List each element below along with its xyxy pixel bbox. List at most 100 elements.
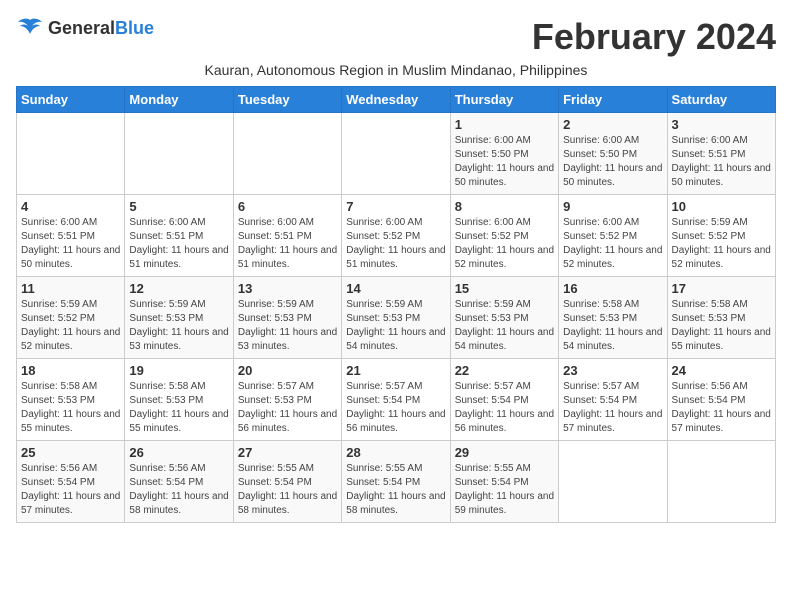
day-number: 2: [563, 117, 662, 132]
calendar-cell: [342, 113, 450, 195]
calendar-cell: 12Sunrise: 5:59 AMSunset: 5:53 PMDayligh…: [125, 277, 233, 359]
day-info: Sunrise: 5:58 AMSunset: 5:53 PMDaylight:…: [563, 298, 662, 354]
day-info: Sunrise: 5:59 AMSunset: 5:53 PMDaylight:…: [346, 298, 445, 354]
day-number: 10: [672, 199, 771, 214]
day-number: 5: [129, 199, 228, 214]
day-number: 3: [672, 117, 771, 132]
calendar-cell: 18 Sunrise: 5:58 AMSunset: 5:53 PMDayligh…: [17, 359, 125, 441]
calendar-cell: 21 Sunrise: 5:57 AMSunset: 5:54 PMDayligh…: [342, 359, 450, 441]
calendar-cell: 14 Sunrise: 5:59 AMSunset: 5:53 PMDayligh…: [342, 277, 450, 359]
calendar-cell: 27Sunrise: 5:55 AMSunset: 5:54 PMDayligh…: [233, 441, 341, 523]
day-number: 9: [563, 199, 662, 214]
week-row-0: 1 Sunrise: 6:00 AMSunset: 5:50 PMDaylight…: [17, 113, 776, 195]
week-row-4: 25 Sunrise: 5:56 AMSunset: 5:54 PMDayligh…: [17, 441, 776, 523]
calendar-cell: 13 Sunrise: 5:59 AMSunset: 5:53 PMDayligh…: [233, 277, 341, 359]
calendar-cell: 20 Sunrise: 5:57 AMSunset: 5:53 PMDayligh…: [233, 359, 341, 441]
subtitle: Kauran, Autonomous Region in Muslim Mind…: [16, 62, 776, 78]
week-row-3: 18 Sunrise: 5:58 AMSunset: 5:53 PMDayligh…: [17, 359, 776, 441]
day-info: Sunrise: 6:00 AMSunset: 5:51 PMDaylight:…: [672, 134, 771, 190]
day-info: Sunrise: 5:55 AMSunset: 5:54 PMDaylight:…: [346, 462, 445, 518]
day-info: Sunrise: 6:00 AMSunset: 5:50 PMDaylight:…: [563, 134, 662, 190]
day-info: Sunrise: 5:56 AMSunset: 5:54 PMDaylight:…: [672, 380, 771, 436]
day-number: 18: [21, 363, 120, 378]
calendar-cell: [233, 113, 341, 195]
calendar-cell: 28 Sunrise: 5:55 AMSunset: 5:54 PMDayligh…: [342, 441, 450, 523]
calendar-cell: 29Sunrise: 5:55 AMSunset: 5:54 PMDayligh…: [450, 441, 558, 523]
day-number: 15: [455, 281, 554, 296]
day-info: Sunrise: 5:55 AMSunset: 5:54 PMDaylight:…: [238, 462, 337, 518]
calendar-cell: [559, 441, 667, 523]
day-number: 21: [346, 363, 445, 378]
week-row-2: 11Sunrise: 5:59 AMSunset: 5:52 PMDayligh…: [17, 277, 776, 359]
calendar-cell: 3 Sunrise: 6:00 AMSunset: 5:51 PMDaylight…: [667, 113, 775, 195]
day-info: Sunrise: 5:57 AMSunset: 5:54 PMDaylight:…: [563, 380, 662, 436]
day-info: Sunrise: 5:56 AMSunset: 5:54 PMDaylight:…: [129, 462, 228, 518]
header-day-monday: Monday: [125, 87, 233, 113]
calendar-cell: 2 Sunrise: 6:00 AMSunset: 5:50 PMDaylight…: [559, 113, 667, 195]
day-info: Sunrise: 5:58 AMSunset: 5:53 PMDaylight:…: [129, 380, 228, 436]
calendar-cell: 23 Sunrise: 5:57 AMSunset: 5:54 PMDayligh…: [559, 359, 667, 441]
calendar-cell: 24 Sunrise: 5:56 AMSunset: 5:54 PMDayligh…: [667, 359, 775, 441]
day-number: 14: [346, 281, 445, 296]
day-number: 24: [672, 363, 771, 378]
day-number: 8: [455, 199, 554, 214]
day-info: Sunrise: 5:58 AMSunset: 5:53 PMDaylight:…: [672, 298, 771, 354]
header-day-wednesday: Wednesday: [342, 87, 450, 113]
calendar-header: SundayMondayTuesdayWednesdayThursdayFrid…: [17, 87, 776, 113]
day-number: 19: [129, 363, 228, 378]
calendar: SundayMondayTuesdayWednesdayThursdayFrid…: [16, 86, 776, 523]
day-info: Sunrise: 6:00 AMSunset: 5:52 PMDaylight:…: [455, 216, 554, 272]
day-number: 1: [455, 117, 554, 132]
calendar-cell: 26 Sunrise: 5:56 AMSunset: 5:54 PMDayligh…: [125, 441, 233, 523]
calendar-cell: 25 Sunrise: 5:56 AMSunset: 5:54 PMDayligh…: [17, 441, 125, 523]
calendar-body: 1 Sunrise: 6:00 AMSunset: 5:50 PMDaylight…: [17, 113, 776, 523]
day-number: 6: [238, 199, 337, 214]
calendar-cell: 10 Sunrise: 5:59 AMSunset: 5:52 PMDayligh…: [667, 195, 775, 277]
calendar-cell: 9 Sunrise: 6:00 AMSunset: 5:52 PMDaylight…: [559, 195, 667, 277]
day-number: 28: [346, 445, 445, 460]
day-number: 20: [238, 363, 337, 378]
day-info: Sunrise: 5:59 AMSunset: 5:53 PMDaylight:…: [238, 298, 337, 354]
calendar-cell: 19 Sunrise: 5:58 AMSunset: 5:53 PMDayligh…: [125, 359, 233, 441]
calendar-cell: [667, 441, 775, 523]
day-info: Sunrise: 6:00 AMSunset: 5:52 PMDaylight:…: [346, 216, 445, 272]
day-number: 26: [129, 445, 228, 460]
day-info: Sunrise: 5:59 AMSunset: 5:52 PMDaylight:…: [21, 298, 120, 354]
header-day-friday: Friday: [559, 87, 667, 113]
day-info: Sunrise: 5:59 AMSunset: 5:53 PMDaylight:…: [455, 298, 554, 354]
calendar-cell: 8 Sunrise: 6:00 AMSunset: 5:52 PMDaylight…: [450, 195, 558, 277]
calendar-cell: 22 Sunrise: 5:57 AMSunset: 5:54 PMDayligh…: [450, 359, 558, 441]
header-day-thursday: Thursday: [450, 87, 558, 113]
day-info: Sunrise: 6:00 AMSunset: 5:51 PMDaylight:…: [21, 216, 120, 272]
calendar-cell: 17 Sunrise: 5:58 AMSunset: 5:53 PMDayligh…: [667, 277, 775, 359]
calendar-cell: 5 Sunrise: 6:00 AMSunset: 5:51 PMDaylight…: [125, 195, 233, 277]
day-info: Sunrise: 5:59 AMSunset: 5:52 PMDaylight:…: [672, 216, 771, 272]
day-info: Sunrise: 6:00 AMSunset: 5:51 PMDaylight:…: [238, 216, 337, 272]
day-number: 4: [21, 199, 120, 214]
day-info: Sunrise: 5:57 AMSunset: 5:53 PMDaylight:…: [238, 380, 337, 436]
header-day-sunday: Sunday: [17, 87, 125, 113]
logo-blue: Blue: [115, 18, 154, 38]
logo-general: General: [48, 18, 115, 38]
logo-text: GeneralBlue: [48, 18, 154, 39]
month-title: February 2024: [532, 16, 776, 58]
header-day-tuesday: Tuesday: [233, 87, 341, 113]
day-number: 29: [455, 445, 554, 460]
day-number: 13: [238, 281, 337, 296]
day-number: 22: [455, 363, 554, 378]
day-info: Sunrise: 5:56 AMSunset: 5:54 PMDaylight:…: [21, 462, 120, 518]
day-info: Sunrise: 5:57 AMSunset: 5:54 PMDaylight:…: [455, 380, 554, 436]
header-row: SundayMondayTuesdayWednesdayThursdayFrid…: [17, 87, 776, 113]
week-row-1: 4 Sunrise: 6:00 AMSunset: 5:51 PMDaylight…: [17, 195, 776, 277]
day-info: Sunrise: 6:00 AMSunset: 5:51 PMDaylight:…: [129, 216, 228, 272]
day-number: 17: [672, 281, 771, 296]
day-info: Sunrise: 5:57 AMSunset: 5:54 PMDaylight:…: [346, 380, 445, 436]
day-number: 25: [21, 445, 120, 460]
day-info: Sunrise: 6:00 AMSunset: 5:52 PMDaylight:…: [563, 216, 662, 272]
day-number: 23: [563, 363, 662, 378]
calendar-cell: 4 Sunrise: 6:00 AMSunset: 5:51 PMDaylight…: [17, 195, 125, 277]
day-info: Sunrise: 5:59 AMSunset: 5:53 PMDaylight:…: [129, 298, 228, 354]
header: GeneralBlue February 2024: [16, 16, 776, 58]
day-info: Sunrise: 5:58 AMSunset: 5:53 PMDaylight:…: [21, 380, 120, 436]
day-info: Sunrise: 6:00 AMSunset: 5:50 PMDaylight:…: [455, 134, 554, 190]
